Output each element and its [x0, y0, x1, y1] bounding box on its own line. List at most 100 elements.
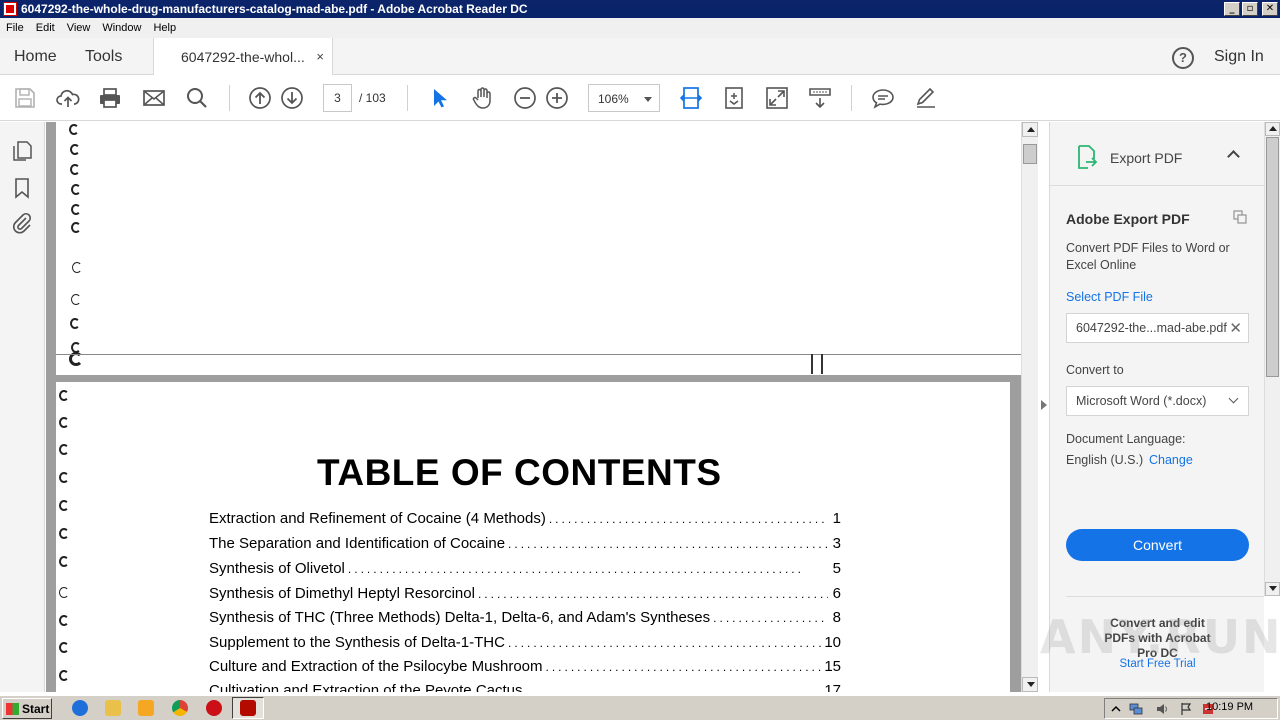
toc-heading: TABLE OF CONTENTS: [317, 452, 722, 493]
bookmark-icon[interactable]: [11, 177, 33, 199]
document-scrollbar[interactable]: [1021, 122, 1038, 692]
binding-ring: [71, 184, 81, 195]
pane-scroll-down-button[interactable]: [1265, 582, 1280, 596]
change-language-link[interactable]: Change: [1149, 453, 1193, 467]
chevron-up-icon[interactable]: [1227, 150, 1240, 163]
toc-entry-title: Synthesis of Dimethyl Heptyl Resorcinol: [209, 585, 475, 602]
chevron-up-icon[interactable]: [1109, 702, 1123, 716]
collapse-right-pane-icon[interactable]: [1041, 400, 1047, 410]
toc-entry-title: Synthesis of THC (Three Methods) Delta-1…: [209, 609, 711, 626]
scroll-up-button[interactable]: [1022, 122, 1038, 137]
pane-scrollbar[interactable]: [1264, 122, 1280, 596]
minimize-button[interactable]: _: [1224, 2, 1240, 16]
flag-icon[interactable]: [1179, 702, 1193, 716]
pane-scroll-thumb[interactable]: [1266, 137, 1279, 377]
comment-icon[interactable]: [871, 86, 895, 110]
acrobat-window: 6047292-the-whole-drug-manufacturers-cat…: [0, 0, 1280, 720]
opera-icon[interactable]: [206, 700, 222, 716]
close-tab-icon[interactable]: ×: [316, 49, 324, 64]
scroll-thumb[interactable]: [1023, 144, 1037, 164]
scroll-down-button[interactable]: [1022, 677, 1038, 692]
windows-logo-icon: [6, 703, 19, 715]
toc-entry: Extraction and Refinement of Cocaine (4 …: [209, 510, 841, 527]
export-panel-title: Adobe Export PDF: [1066, 211, 1190, 227]
binding-ring: [59, 417, 69, 428]
help-icon[interactable]: ?: [1172, 47, 1194, 69]
toc-entry-title: The Separation and Identification of Coc…: [209, 535, 506, 552]
binding-ring: [69, 124, 79, 135]
binding-ring: [59, 556, 69, 567]
start-label: Start: [22, 702, 50, 716]
toc-leader: ........................................…: [713, 611, 828, 625]
toc-leader: ........................................…: [507, 636, 821, 650]
media-player-icon[interactable]: [138, 700, 154, 716]
volume-icon[interactable]: [1155, 702, 1169, 716]
selected-file-field[interactable]: 6047292-the...mad-abe.pdf ✕: [1066, 313, 1249, 343]
pane-scroll-up-button[interactable]: [1265, 122, 1280, 136]
zoom-in-icon[interactable]: [545, 86, 569, 110]
toc-entry-title: Synthesis of Olivetol: [209, 560, 345, 577]
scan-mark: [811, 354, 813, 374]
network-icon[interactable]: [1129, 702, 1143, 716]
menu-window[interactable]: Window: [96, 22, 147, 34]
document-language-value: English (U.S.): [1066, 453, 1144, 467]
previous-page-icon[interactable]: [248, 86, 272, 110]
close-window-button[interactable]: ✕: [1262, 2, 1278, 16]
clear-file-icon[interactable]: ✕: [1229, 319, 1242, 337]
binding-ring: [59, 390, 69, 401]
maximize-button[interactable]: ▫: [1242, 2, 1258, 16]
anyrun-watermark: ANY.RUN: [1040, 610, 1280, 664]
binding-ring: [59, 642, 69, 653]
page-thumbnails-icon[interactable]: [11, 140, 33, 162]
print-icon[interactable]: [98, 86, 122, 110]
document-tab[interactable]: 6047292-the-whol... ×: [153, 38, 333, 75]
menu-file[interactable]: File: [0, 22, 30, 34]
selected-file-name: 6047292-the...mad-abe.pdf: [1076, 321, 1227, 335]
acrobat-taskbar-button[interactable]: [232, 697, 264, 719]
toc-entry: Supplement to the Synthesis of Delta-1-T…: [209, 634, 841, 651]
full-screen-icon[interactable]: [765, 86, 789, 110]
menu-help[interactable]: Help: [147, 22, 182, 34]
copy-icon[interactable]: [1233, 210, 1247, 224]
next-page-icon[interactable]: [280, 86, 304, 110]
rotate-page-icon[interactable]: [722, 86, 746, 110]
binding-ring: [59, 587, 69, 598]
fit-page-icon[interactable]: [679, 86, 703, 110]
zoom-level-select[interactable]: 106%: [588, 84, 660, 112]
convert-button[interactable]: Convert: [1066, 529, 1249, 561]
zoom-out-icon[interactable]: [513, 86, 537, 110]
email-icon[interactable]: [142, 86, 166, 110]
convert-to-label: Convert to: [1066, 363, 1124, 377]
sign-in-link[interactable]: Sign In: [1214, 48, 1264, 66]
home-tab[interactable]: Home: [14, 48, 57, 66]
convert-to-select[interactable]: Microsoft Word (*.docx): [1066, 386, 1249, 416]
read-mode-icon[interactable]: [808, 86, 832, 110]
export-pdf-header[interactable]: Export PDF: [1050, 122, 1264, 186]
upload-cloud-icon[interactable]: [56, 86, 80, 110]
attachment-icon[interactable]: [11, 212, 33, 234]
binding-ring: [59, 472, 69, 483]
menu-bar: File Edit View Window Help: [0, 18, 1280, 38]
menu-edit[interactable]: Edit: [30, 22, 61, 34]
sign-pen-icon[interactable]: [914, 86, 938, 110]
left-navigation-rail: [0, 122, 45, 692]
tools-tab[interactable]: Tools: [85, 48, 122, 66]
file-explorer-icon[interactable]: [105, 700, 121, 716]
toc-entry-page: 3: [832, 535, 841, 552]
document-tab-label: 6047292-the-whol...: [181, 49, 305, 65]
select-pdf-file-link[interactable]: Select PDF File: [1066, 290, 1153, 304]
document-viewer[interactable]: TABLE OF CONTENTS Extraction and Refinem…: [46, 122, 1038, 692]
internet-explorer-icon[interactable]: [72, 700, 88, 716]
start-button[interactable]: Start: [2, 698, 52, 719]
menu-view[interactable]: View: [61, 22, 97, 34]
chevron-down-icon: [1228, 393, 1239, 404]
search-icon[interactable]: [185, 86, 209, 110]
toc-entry-title: Culture and Extraction of the Psilocybe …: [209, 658, 543, 675]
binding-ring: [59, 500, 69, 511]
select-cursor-icon[interactable]: [427, 86, 451, 110]
chrome-icon[interactable]: [172, 700, 188, 716]
save-icon[interactable]: [13, 86, 37, 110]
hand-tool-icon[interactable]: [470, 86, 494, 110]
page-number-input[interactable]: 3: [323, 84, 352, 112]
convert-to-value: Microsoft Word (*.docx): [1076, 394, 1207, 408]
